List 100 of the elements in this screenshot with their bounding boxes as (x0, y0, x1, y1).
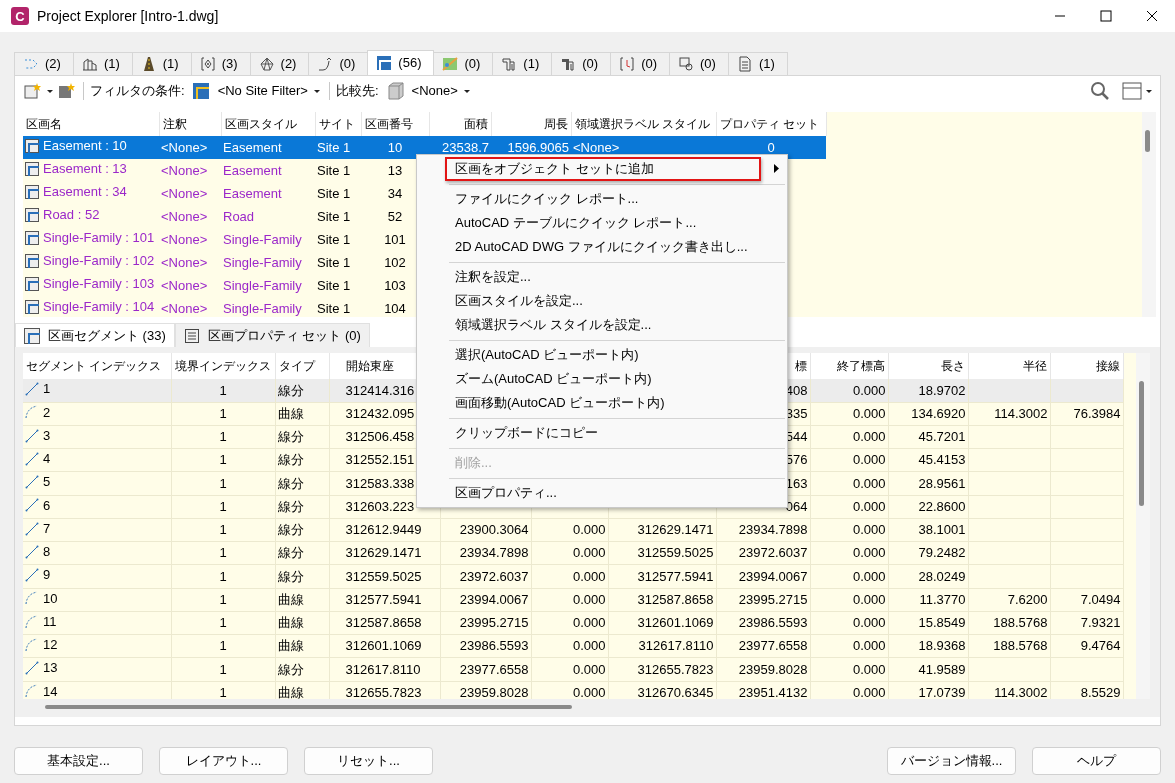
table-cell-text: Site 1 (316, 184, 352, 203)
table-cell-text: Site 1 (316, 230, 352, 249)
table-cell-text: Site 1 (316, 299, 352, 317)
dialog-button[interactable]: 基本設定... (14, 747, 143, 775)
table-cell: 23934.7898 (440, 541, 531, 565)
table-cell-text: 2 (43, 403, 51, 422)
table-cell: 1 (171, 657, 275, 681)
table-cell: 0.000 (531, 588, 608, 612)
menu-item[interactable]: ファイルにクイック レポート... (419, 187, 787, 211)
table-cell-text: Single-Family (222, 230, 303, 249)
column-header: タイプ (278, 359, 315, 373)
table-cell: 23994.0067 (716, 564, 810, 588)
table-cell-text: 102 (383, 253, 407, 272)
table-cell: 曲線 (275, 611, 329, 635)
column-header: セグメント インデックス (26, 359, 162, 373)
table-cell-text: Single-Family : 103 (43, 275, 155, 294)
menu-item[interactable]: 選択(AutoCAD ビューポート内) (419, 343, 787, 367)
table-cell: 0.000 (810, 634, 888, 658)
table-cell-text: Single-Family : 102 (43, 252, 155, 271)
table-cell: 45.7201 (888, 425, 968, 449)
table-cell: 23995.2715 (716, 588, 810, 612)
dialog-button[interactable]: レイアウト... (159, 747, 288, 775)
menu-item[interactable]: 領域選択ラベル スタイルを設定... (419, 313, 787, 337)
table-cell: 79.2482 (888, 541, 968, 565)
table-cell: 線分 (275, 495, 329, 519)
table-cell-text: <None> (160, 230, 209, 249)
table-cell: 312617.8110 (608, 634, 716, 658)
table-cell: 線分 (275, 471, 329, 495)
table-cell-text: Single-Family : 104 (43, 298, 155, 317)
tab[interactable]: (1) (727, 52, 788, 75)
table-cell-text: 10 (43, 589, 58, 608)
table-cell-text: 8 (43, 543, 51, 561)
menu-item[interactable]: 区画スタイルを設定... (419, 289, 787, 313)
menu-item[interactable]: AutoCAD テーブルにクイック レポート... (419, 211, 787, 235)
window-title: Project Explorer [Intro-1.dwg] (37, 6, 220, 26)
menu-item[interactable]: 注釈を設定... (419, 265, 787, 289)
table-cell: 0.000 (810, 564, 888, 588)
table-cell-text: <None> (160, 207, 209, 226)
column-header: 境界インデックス (175, 359, 271, 373)
table-cell-text: Single-Family (222, 276, 303, 295)
table-cell: 0.000 (531, 657, 608, 681)
table-cell: 38.1001 (888, 518, 968, 542)
table-cell: 312559.5025 (329, 564, 440, 588)
table-cell: 曲線 (275, 402, 329, 426)
table-cell: 0.000 (531, 611, 608, 635)
table-cell: 23972.6037 (440, 564, 531, 588)
table-cell-text: 14 (43, 682, 58, 699)
tab[interactable]: (56) (367, 50, 435, 75)
table-cell: 1 (171, 448, 275, 472)
table-cell: 312617.8110 (329, 657, 440, 681)
column-header: 長さ (940, 359, 965, 373)
table-cell: <None> (159, 136, 221, 159)
table-cell: 0.000 (810, 379, 888, 402)
table-cell: 312577.5941 (329, 588, 440, 612)
table-cell: 15.8549 (888, 611, 968, 635)
table-cell: 1 (171, 588, 275, 612)
table-cell: Easement (221, 159, 315, 182)
table-cell: 23986.5593 (440, 634, 531, 658)
table-cell: 1 (171, 495, 275, 519)
table-cell: 312587.8658 (608, 588, 716, 612)
table-cell: 23977.6558 (716, 634, 810, 658)
table-cell: 7.9321 (1050, 611, 1123, 635)
table-cell-text: Road (222, 207, 256, 226)
table-cell: 312577.5941 (608, 564, 716, 588)
table-cell: 線分 (275, 448, 329, 472)
table-cell: 線分 (275, 541, 329, 565)
filter-label: フィルタの条件: (90, 82, 185, 101)
table-cell: 線分 (275, 425, 329, 449)
table-cell-text: Site 1 (316, 276, 352, 295)
menu-item[interactable]: 2D AutoCAD DWG ファイルにクイック書き出し... (419, 235, 787, 259)
tab[interactable]: (2) (14, 52, 74, 75)
table-cell: 曲線 (275, 588, 329, 612)
table-cell: Easement (221, 136, 315, 159)
table-cell: 1 (171, 564, 275, 588)
table-cell-text: 6 (43, 496, 51, 515)
table-cell: 1 (171, 402, 275, 426)
table-cell: 7.6200 (968, 588, 1050, 612)
table-cell-text: 5 (43, 473, 51, 492)
dialog-button[interactable]: バージョン情報... (887, 747, 1016, 775)
table-cell-text: Single-Family : 101 (43, 229, 155, 248)
table-cell-text: 52 (386, 207, 404, 226)
dialog-button[interactable]: ヘルプ (1032, 747, 1161, 775)
compare-dropdown[interactable]: <None> (382, 81, 473, 101)
table-cell: 18.9368 (888, 634, 968, 658)
table-cell: 曲線 (275, 634, 329, 658)
dialog-button[interactable]: リセット... (304, 747, 433, 775)
table-cell: 0.000 (810, 657, 888, 681)
tab[interactable]: 区画セグメント (33) (15, 323, 175, 347)
table-cell: 7.0494 (1050, 588, 1123, 612)
table-cell: 0.000 (810, 518, 888, 542)
column-header: 終了標高 (836, 359, 885, 373)
table-cell: 28.0249 (888, 564, 968, 588)
table-cell-text: Single-Family (222, 299, 303, 317)
table-cell: 23995.2715 (440, 611, 531, 635)
table-cell: 線分 (275, 564, 329, 588)
tab[interactable]: 区画プロパティ セット (0) (174, 323, 370, 347)
site-filter-dropdown[interactable]: <No Site Filter> (188, 81, 323, 101)
table-cell: Site 1 (315, 159, 361, 182)
table-cell-text: 104 (383, 299, 407, 317)
table-cell-text: Easement : 13 (43, 160, 127, 179)
